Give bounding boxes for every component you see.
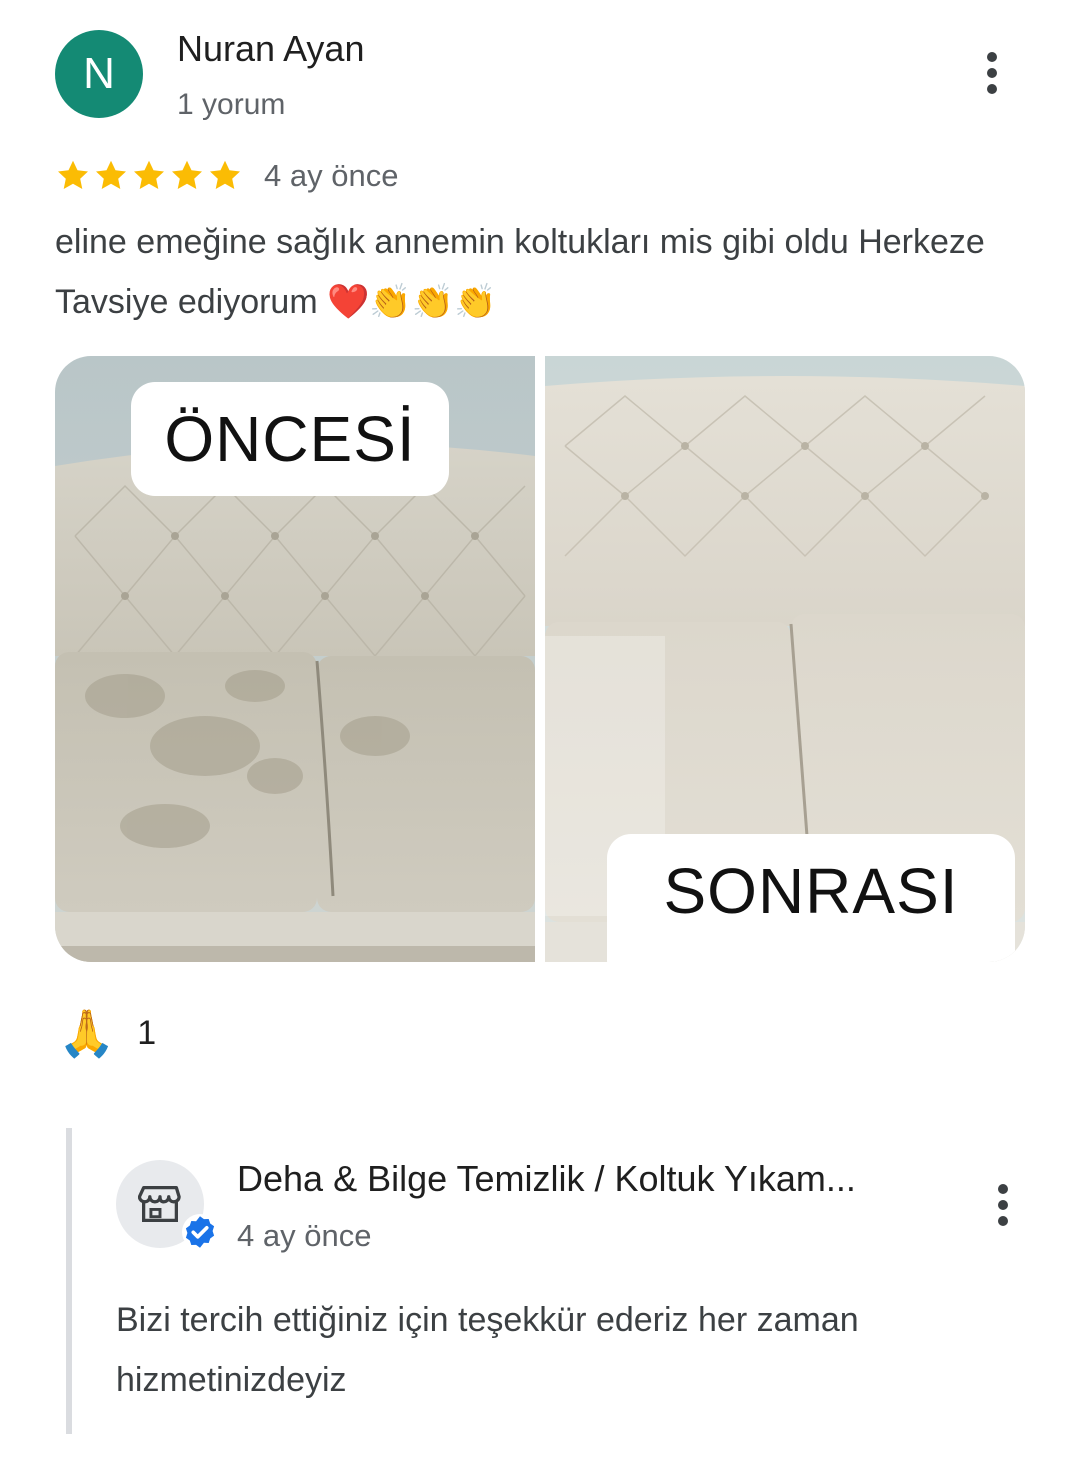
- reply-divider: [66, 1128, 72, 1434]
- reaction-button[interactable]: 🙏 1: [58, 1010, 156, 1056]
- before-label: ÖNCESİ: [131, 382, 449, 496]
- reply-date: 4 ay önce: [237, 1218, 372, 1253]
- reply-more-options-icon[interactable]: [991, 1184, 1015, 1226]
- avatar-initial: N: [83, 49, 115, 98]
- praying-hands-icon: 🙏: [58, 1007, 116, 1059]
- star-icon: [172, 160, 202, 190]
- star-icon: [96, 160, 126, 190]
- business-name[interactable]: Deha & Bilge Temizlik / Koltuk Yıkam...: [237, 1158, 937, 1200]
- star-icon: [58, 160, 88, 190]
- review-more-options-icon[interactable]: [980, 52, 1004, 94]
- reaction-count: 1: [137, 1013, 157, 1052]
- star-rating: [55, 158, 243, 194]
- after-label: SONRASI: [607, 834, 1015, 962]
- reviewer-name[interactable]: Nuran Ayan: [177, 28, 364, 70]
- review-photo-after[interactable]: SONRASI: [545, 356, 1025, 962]
- reply-text: Bizi tercih ettiğiniz için teşekkür eder…: [116, 1301, 859, 1399]
- reviewer-avatar[interactable]: N: [55, 30, 143, 118]
- reviewer-review-count: 1 yorum: [177, 88, 286, 121]
- store-icon: [138, 1186, 181, 1222]
- review-text: eline emeğine sağlık annemin koltukları …: [55, 223, 985, 321]
- review-photo-before[interactable]: ÖNCESİ: [55, 356, 535, 962]
- star-icon: [134, 160, 164, 190]
- verified-icon: [182, 1214, 218, 1250]
- review-date: 4 ay önce: [264, 158, 399, 193]
- star-icon: [210, 160, 240, 190]
